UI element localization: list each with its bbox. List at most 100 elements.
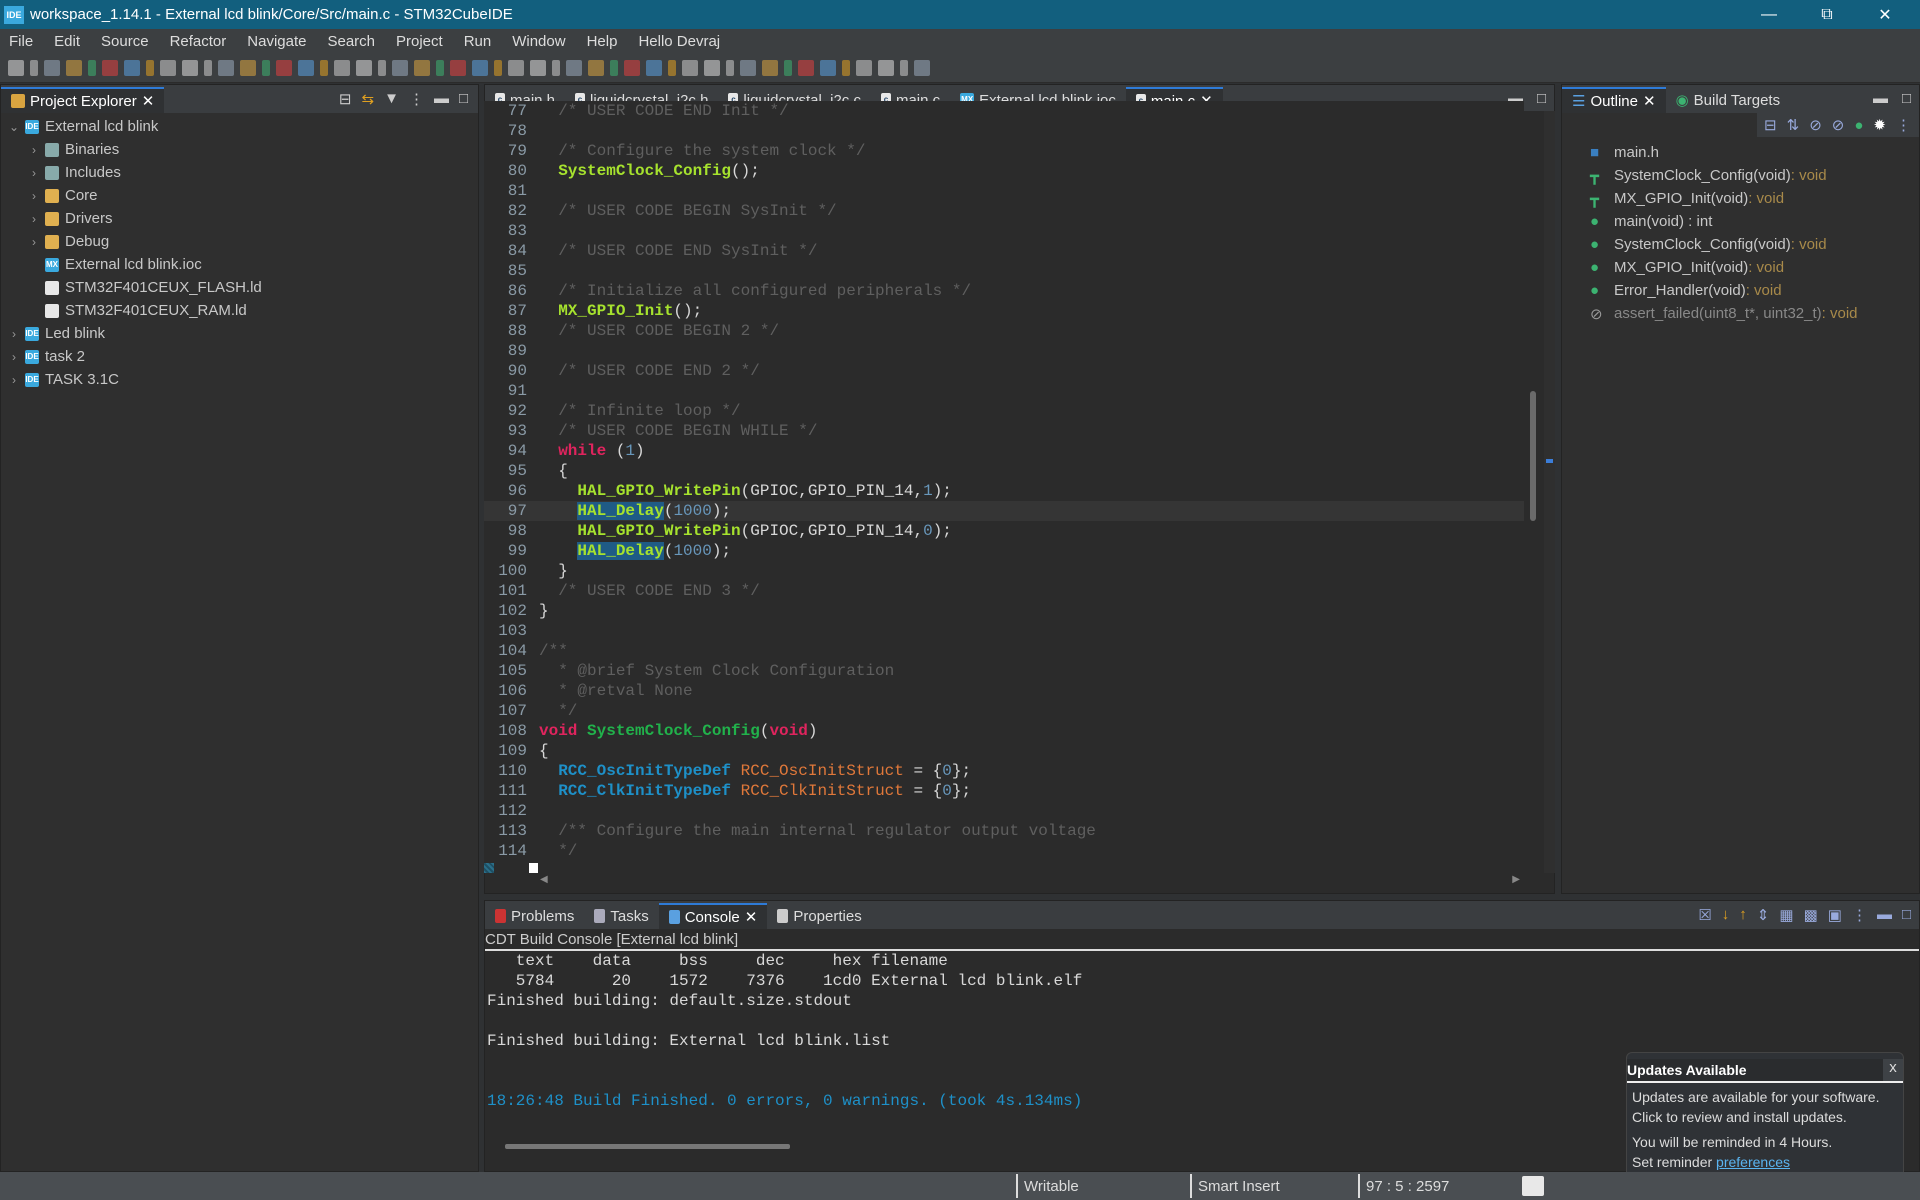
- toolbar-button-icon[interactable]: [842, 59, 850, 76]
- chevron-right-icon[interactable]: ›: [27, 189, 41, 203]
- toolbar-button-icon[interactable]: [102, 59, 118, 76]
- toolbar-button-icon[interactable]: [436, 59, 444, 76]
- scroll-lock-icon[interactable]: ⇕: [1757, 906, 1770, 924]
- tab-problems[interactable]: Problems: [485, 903, 584, 929]
- minimize-view-icon[interactable]: ▬: [434, 90, 449, 108]
- toolbar-button-icon[interactable]: [44, 59, 60, 76]
- outline-item[interactable]: ┳ SystemClock_Config(void) : void: [1562, 164, 1919, 187]
- hide-non-public-icon[interactable]: ●: [1854, 117, 1863, 134]
- chevron-right-icon[interactable]: ›: [27, 166, 41, 180]
- toolbar-button-icon[interactable]: [704, 59, 720, 76]
- toolbar-button-icon[interactable]: [450, 59, 466, 76]
- toolbar-button-icon[interactable]: [88, 59, 96, 76]
- console-horizontal-scrollbar[interactable]: [505, 1144, 790, 1149]
- toolbar-button-icon[interactable]: [798, 59, 814, 76]
- code-editor[interactable]: 77 /* USER CODE END Init */78 79 /* Confi…: [484, 101, 1524, 863]
- hide-static-icon[interactable]: ⊘: [1832, 116, 1845, 134]
- toolbar-button-icon[interactable]: [588, 59, 604, 76]
- restore-button[interactable]: ⧉: [1798, 0, 1856, 29]
- toolbar-button-icon[interactable]: [856, 59, 872, 76]
- notification-close-button[interactable]: x: [1883, 1059, 1903, 1081]
- tab-properties[interactable]: Properties: [767, 903, 871, 929]
- minimize-view-icon[interactable]: ▬: [1877, 906, 1892, 924]
- toolbar-button-icon[interactable]: [320, 59, 328, 76]
- outline-item[interactable]: ● MX_GPIO_Init(void) : void: [1562, 256, 1919, 279]
- background-tasks-icon[interactable]: [1522, 1176, 1544, 1196]
- toolbar-button-icon[interactable]: [334, 59, 350, 76]
- toolbar-button-icon[interactable]: [900, 59, 908, 76]
- toolbar-button-icon[interactable]: [508, 59, 524, 76]
- link-with-editor-icon[interactable]: ⇆: [362, 90, 375, 108]
- menu-search[interactable]: Search: [318, 33, 387, 50]
- toolbar-button-icon[interactable]: [914, 59, 930, 76]
- horizontal-scrollbar[interactable]: ◀ ▶: [538, 874, 1524, 892]
- tree-item[interactable]: ⌄ IDE External lcd blink: [1, 115, 478, 138]
- tab-build-targets[interactable]: ◉ Build Targets: [1666, 87, 1791, 113]
- toolbar-button-icon[interactable]: [494, 59, 502, 76]
- toolbar-button-icon[interactable]: [472, 59, 488, 76]
- preferences-link[interactable]: preferences: [1716, 1154, 1790, 1170]
- toolbar-button-icon[interactable]: [878, 59, 894, 76]
- tree-item[interactable]: › IDE task 2: [1, 345, 478, 368]
- menu-navigate[interactable]: Navigate: [238, 33, 318, 50]
- toolbar-button-icon[interactable]: [182, 59, 198, 76]
- outline-item[interactable]: ┳ MX_GPIO_Init(void) : void: [1562, 187, 1919, 210]
- menu-source[interactable]: Source: [92, 33, 161, 50]
- tree-item[interactable]: › Binaries: [1, 138, 478, 161]
- toolbar-button-icon[interactable]: [160, 59, 176, 76]
- toolbar-button-icon[interactable]: [276, 59, 292, 76]
- toolbar-button-icon[interactable]: [740, 59, 756, 76]
- outline-item[interactable]: ● SystemClock_Config(void) : void: [1562, 233, 1919, 256]
- collapse-all-icon[interactable]: ⊟: [339, 90, 352, 108]
- toolbar-button-icon[interactable]: [668, 59, 676, 76]
- chevron-right-icon[interactable]: ›: [7, 350, 21, 364]
- chevron-right-icon[interactable]: ›: [27, 235, 41, 249]
- maximize-view-icon[interactable]: □: [1902, 906, 1911, 924]
- occurrence-marker[interactable]: [1546, 459, 1553, 463]
- tree-item[interactable]: › Includes: [1, 161, 478, 184]
- maximize-view-icon[interactable]: □: [1537, 90, 1546, 107]
- tree-item[interactable]: › Drivers: [1, 207, 478, 230]
- clear-console-icon[interactable]: ☒: [1698, 906, 1711, 924]
- minimize-view-icon[interactable]: ▬: [1873, 90, 1888, 107]
- toolbar-button-icon[interactable]: [146, 59, 154, 76]
- chevron-down-icon[interactable]: ⌄: [7, 120, 21, 134]
- toolbar-button-icon[interactable]: [30, 59, 38, 76]
- toolbar-button-icon[interactable]: [784, 59, 792, 76]
- tree-item[interactable]: STM32F401CEUX_FLASH.ld: [1, 276, 478, 299]
- filter-icon[interactable]: ▼: [384, 90, 399, 108]
- scroll-left-icon[interactable]: ◀: [540, 874, 548, 885]
- toolbar-button-icon[interactable]: [646, 59, 662, 76]
- toolbar-button-icon[interactable]: [66, 59, 82, 76]
- maximize-view-icon[interactable]: □: [459, 90, 468, 108]
- close-icon[interactable]: ✕: [1643, 92, 1656, 110]
- toolbar-button-icon[interactable]: [414, 59, 430, 76]
- view-menu-icon[interactable]: ⋮: [409, 90, 424, 108]
- tree-item[interactable]: › Debug: [1, 230, 478, 253]
- toolbar-button-icon[interactable]: [624, 59, 640, 76]
- display-console-icon[interactable]: ▩: [1804, 906, 1818, 924]
- toolbar-button-icon[interactable]: [726, 59, 734, 76]
- close-icon[interactable]: ✕: [142, 92, 155, 110]
- previous-icon[interactable]: ↑: [1739, 906, 1747, 924]
- pin-console-icon[interactable]: ▦: [1779, 906, 1793, 924]
- outline-item[interactable]: ● main(void) : int: [1562, 210, 1919, 233]
- toolbar-button-icon[interactable]: [240, 59, 256, 76]
- vertical-scrollbar[interactable]: [1524, 111, 1544, 873]
- menu-help[interactable]: Help: [578, 33, 630, 50]
- menu-hello-devraj[interactable]: Hello Devraj: [629, 33, 732, 50]
- tree-item[interactable]: › Core: [1, 184, 478, 207]
- toolbar-button-icon[interactable]: [566, 59, 582, 76]
- minimize-button[interactable]: —: [1740, 0, 1798, 29]
- toolbar-button-icon[interactable]: [392, 59, 408, 76]
- group-includes-icon[interactable]: ✹: [1873, 116, 1886, 134]
- tree-item[interactable]: STM32F401CEUX_RAM.ld: [1, 299, 478, 322]
- tree-item[interactable]: › IDE Led blink: [1, 322, 478, 345]
- toolbar-button-icon[interactable]: [530, 59, 546, 76]
- toolbar-button-icon[interactable]: [218, 59, 234, 76]
- toolbar-button-icon[interactable]: [298, 59, 314, 76]
- chevron-right-icon[interactable]: ›: [7, 327, 21, 341]
- chevron-right-icon[interactable]: ›: [27, 143, 41, 157]
- menu-refactor[interactable]: Refactor: [161, 33, 239, 50]
- close-button[interactable]: ✕: [1856, 0, 1914, 29]
